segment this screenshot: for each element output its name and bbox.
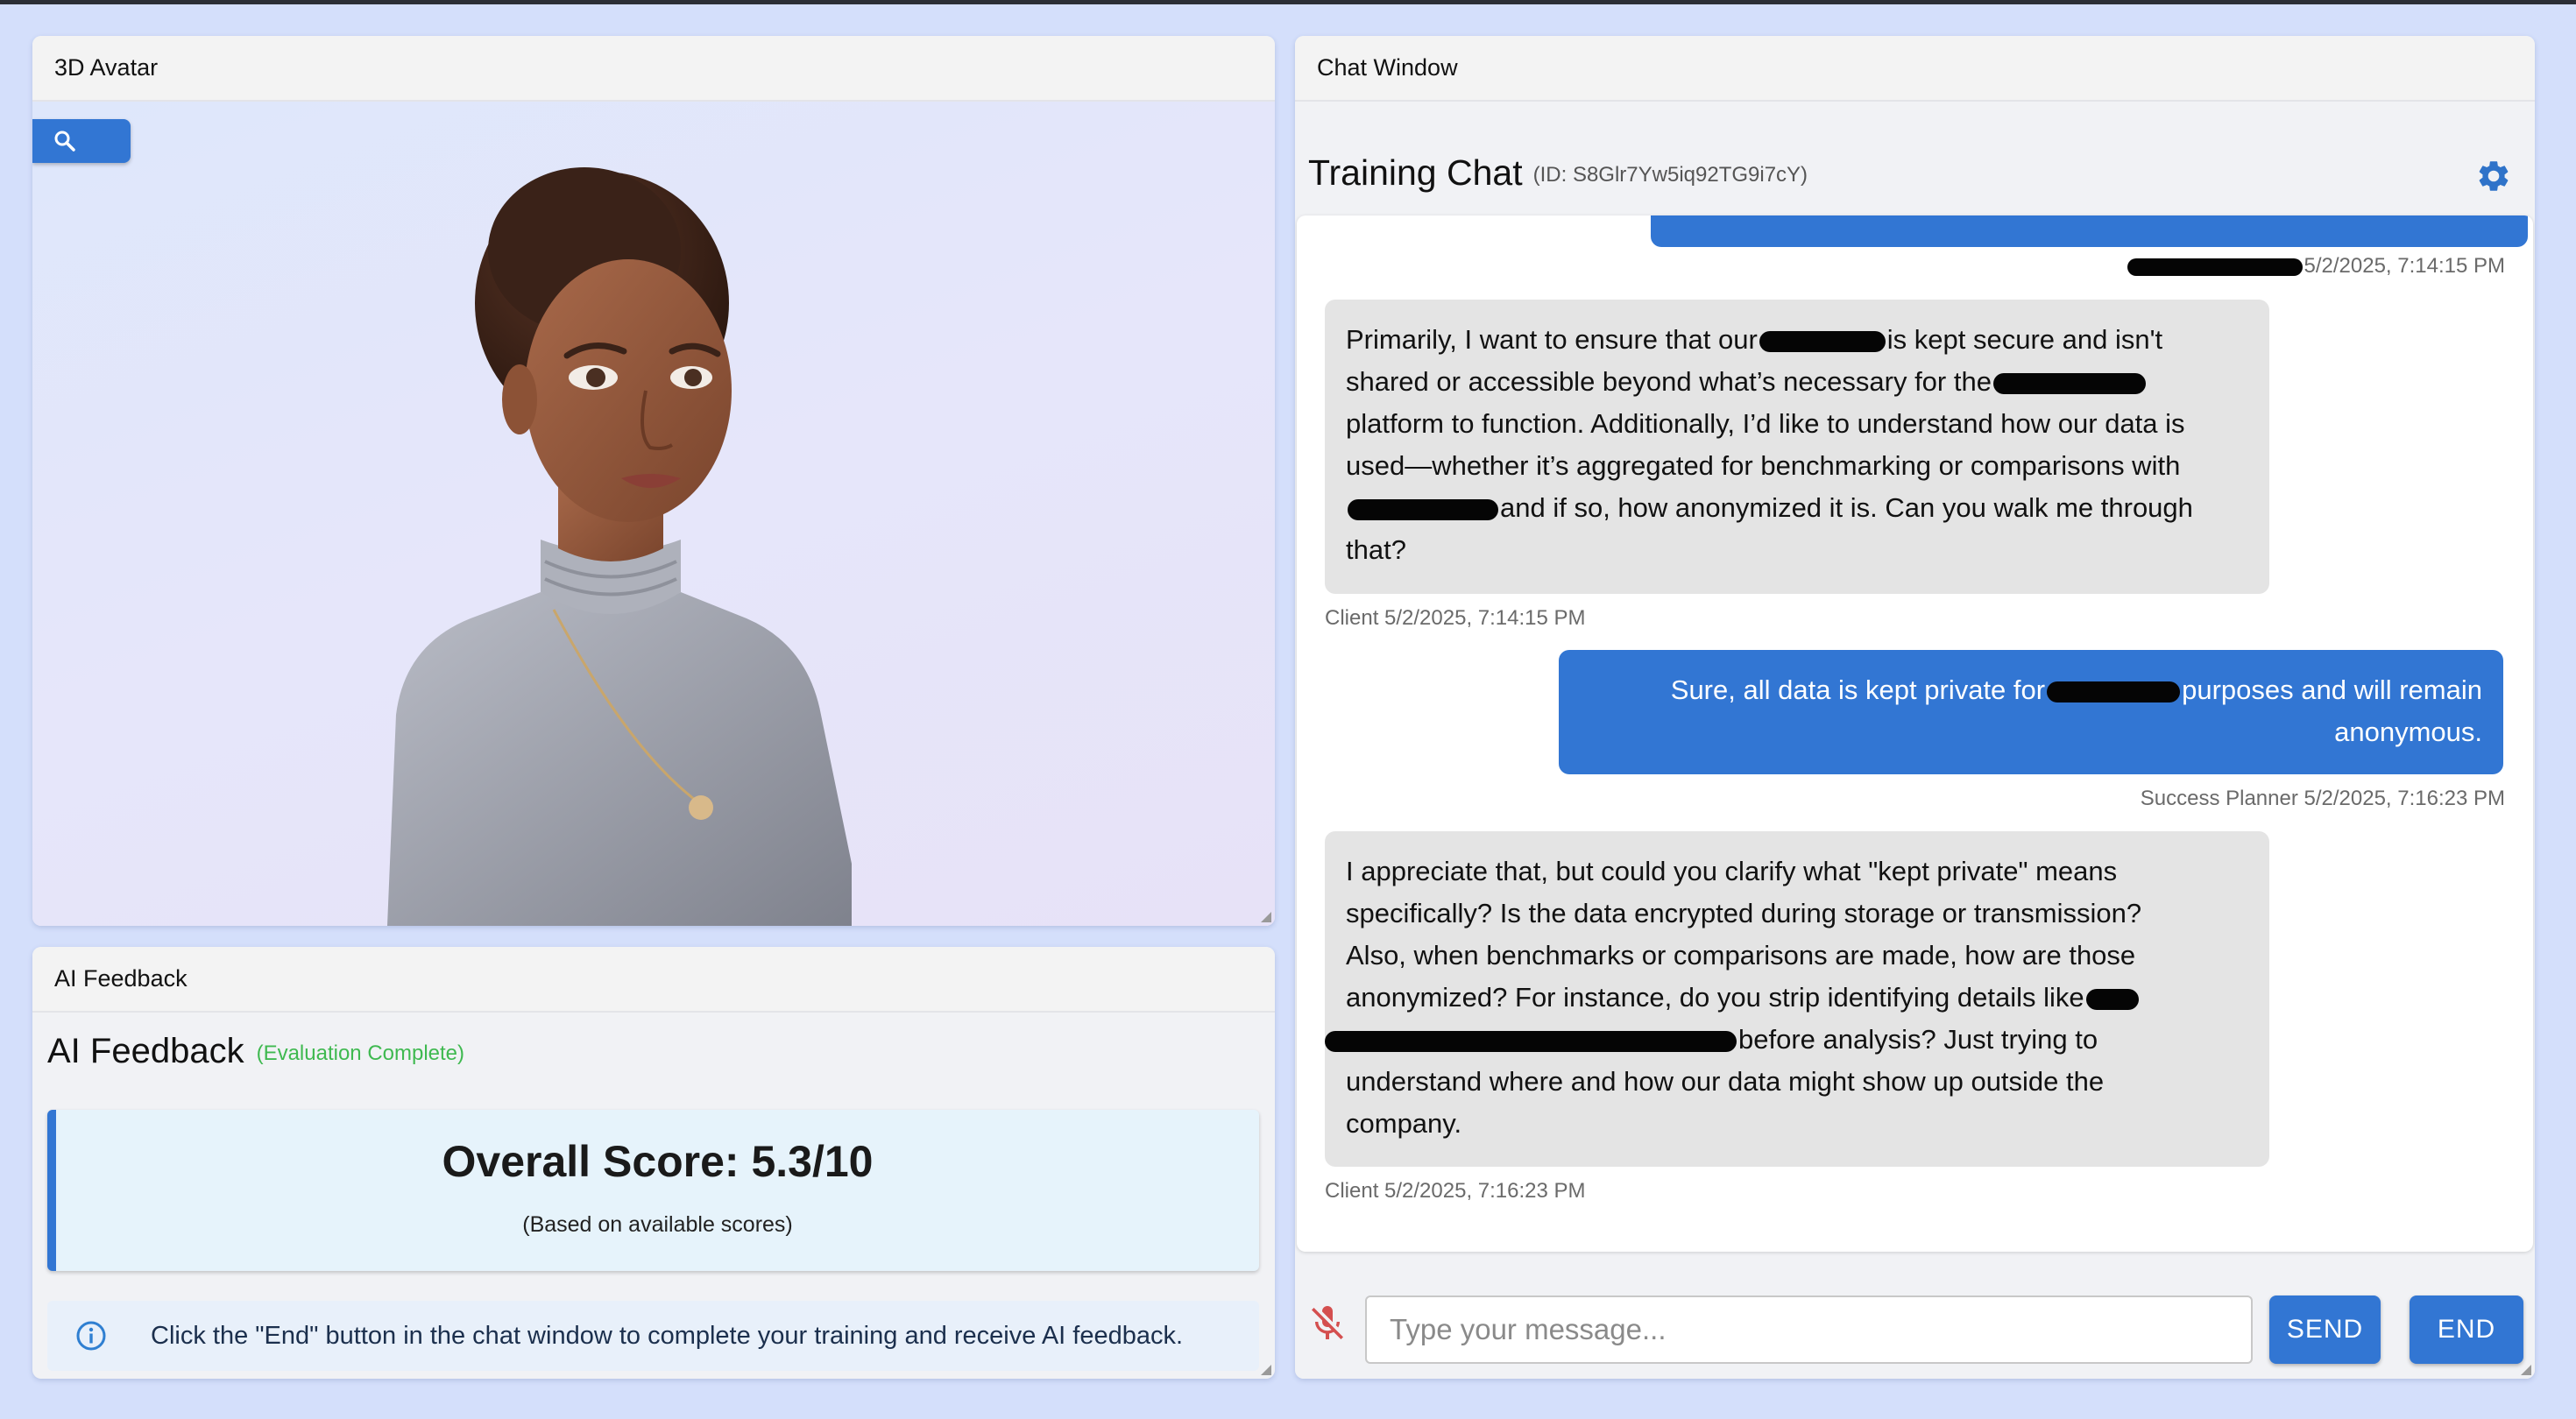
chat-title: Training Chat (ID: S8Glr7Yw5iq92TG9i7cY) xyxy=(1308,152,1808,194)
overall-score: Overall Score: 5.3/10 xyxy=(442,1137,874,1186)
resize-handle[interactable] xyxy=(2521,1365,2531,1375)
chat-input-row: SEND END xyxy=(1295,1262,2535,1379)
feedback-panel-header: AI Feedback xyxy=(32,947,1275,1013)
message-meta: Client 5/2/2025, 7:14:15 PM xyxy=(1325,606,1586,630)
message-line: shared or accessible beyond what’s neces… xyxy=(1346,361,2248,403)
message-line: company. xyxy=(1346,1108,1462,1139)
resize-handle[interactable] xyxy=(1261,1365,1271,1375)
message-line: before analysis? Just trying to xyxy=(1325,1019,2248,1061)
info-icon xyxy=(76,1321,106,1351)
redaction-mark xyxy=(1759,330,1886,352)
message-timestamp: 5/2/2025, 7:14:15 PM xyxy=(2304,254,2506,278)
resize-handle[interactable] xyxy=(1261,912,1271,922)
message-line: I appreciate that, but could you clarify… xyxy=(1346,856,2118,886)
chat-panel: Chat Window Training Chat (ID: S8Glr7Yw5i… xyxy=(1295,36,2535,1379)
feedback-panel: AI Feedback AI Feedback (Evaluation Compl… xyxy=(32,947,1275,1379)
message-line: platform to function. Additionally, I’d … xyxy=(1346,408,2185,439)
message-line: anonymous. xyxy=(2334,717,2482,747)
redaction-mark xyxy=(2127,258,2303,276)
window-top-bar xyxy=(0,0,2576,4)
feedback-title: AI Feedback (Evaluation Complete) xyxy=(47,1032,464,1071)
message-line: specifically? Is the data encrypted duri… xyxy=(1346,898,2142,928)
redaction-mark xyxy=(1348,498,1498,520)
message-bubble-client: Primarily, I want to ensure that our is k… xyxy=(1325,300,2269,594)
info-text: Click the "End" button in the chat windo… xyxy=(151,1322,1184,1350)
message-line: and if so, how anonymized it is. Can you… xyxy=(1346,487,2248,529)
feedback-info-alert: Click the "End" button in the chat windo… xyxy=(47,1301,1259,1371)
gear-icon[interactable] xyxy=(2475,158,2512,194)
avatar-viewport[interactable] xyxy=(32,102,1275,926)
message-line: that? xyxy=(1346,534,1406,565)
message-list[interactable]: 5/2/2025, 7:14:15 PM Primarily, I want t… xyxy=(1297,215,2533,1252)
message-bubble-self: Sure, all data is kept private for purpos… xyxy=(1559,650,2503,774)
evaluation-status: (Evaluation Complete) xyxy=(256,1041,465,1065)
message-line: Primarily, I want to ensure that our is k… xyxy=(1346,324,2163,355)
redaction-mark xyxy=(2047,681,2181,702)
chat-title-text: Training Chat xyxy=(1308,152,1523,193)
message-input[interactable] xyxy=(1365,1295,2253,1364)
message-meta: Client 5/2/2025, 7:16:23 PM xyxy=(1325,1179,1586,1203)
message-line: anonymized? For instance, do you strip i… xyxy=(1346,977,2248,1019)
redaction-mark xyxy=(1992,372,2146,394)
message-line: Sure, all data is kept private for purpos… xyxy=(1670,674,2482,705)
end-button[interactable]: END xyxy=(2410,1295,2523,1364)
message-line: used—whether it’s aggregated for benchma… xyxy=(1346,450,2181,481)
avatar-panel: 3D Avatar xyxy=(32,36,1275,926)
mic-off-icon[interactable] xyxy=(1306,1303,1348,1345)
avatar-figure xyxy=(387,167,852,926)
message-bubble-previous xyxy=(1651,215,2528,247)
redaction-mark xyxy=(1325,1030,1737,1052)
send-button[interactable]: SEND xyxy=(2269,1295,2381,1364)
feedback-title-text: AI Feedback xyxy=(47,1032,244,1070)
message-bubble-client: I appreciate that, but could you clarify… xyxy=(1325,831,2269,1167)
chat-panel-header: Chat Window xyxy=(1295,36,2535,102)
redaction-mark xyxy=(2085,988,2139,1010)
chat-title-row: Training Chat (ID: S8Glr7Yw5iq92TG9i7cY) xyxy=(1295,102,2535,220)
message-line: understand where and how our data might … xyxy=(1346,1066,2105,1097)
message-meta-previous: 5/2/2025, 7:14:15 PM xyxy=(2126,254,2506,279)
avatar-panel-header: 3D Avatar xyxy=(32,36,1275,102)
score-subtitle: (Based on available scores) xyxy=(522,1212,793,1237)
chat-id: (ID: S8Glr7Yw5iq92TG9i7cY) xyxy=(1532,163,1808,187)
message-meta: Success Planner 5/2/2025, 7:16:23 PM xyxy=(2140,787,2505,810)
score-card: Overall Score: 5.3/10 (Based on availabl… xyxy=(47,1110,1259,1271)
message-line: Also, when benchmarks or comparisons are… xyxy=(1346,940,2136,971)
